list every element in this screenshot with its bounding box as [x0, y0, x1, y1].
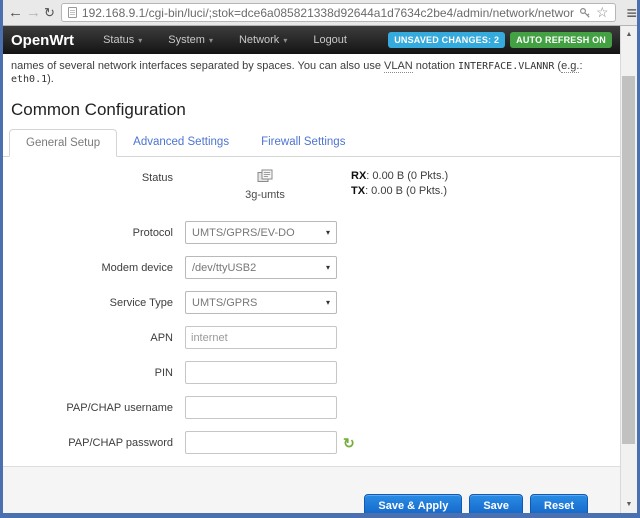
status-label: Status — [141, 172, 173, 184]
page-description: names of several network interfaces sepa… — [3, 54, 620, 86]
pap-chap-password-input[interactable] — [185, 431, 337, 454]
eth0-example-code: eth0.1 — [11, 74, 48, 85]
nav-menu-status[interactable]: Status ▾ — [90, 26, 155, 54]
pap-chap-username-input[interactable] — [185, 396, 337, 419]
rx-stat: RX: 0.00 B (0 Pkts.) — [351, 169, 448, 184]
vlan-abbr: VLAN — [384, 60, 413, 73]
scroll-down-icon[interactable]: ▼ — [621, 497, 637, 512]
pap-chap-username-label: PAP/CHAP username — [66, 401, 173, 414]
nav-menu-network-label: Network — [238, 34, 280, 46]
description-text: names of several network interfaces sepa… — [11, 60, 384, 72]
pin-input[interactable] — [185, 361, 337, 384]
apn-row: APN — [3, 326, 620, 349]
description-text: ). — [47, 73, 54, 85]
chevron-down-icon: ▾ — [325, 263, 330, 272]
browser-back-icon[interactable]: ← — [8, 1, 23, 25]
brand-logo[interactable]: OpenWrt — [11, 32, 74, 49]
config-tabs: General Setup Advanced Settings Firewall… — [3, 129, 620, 157]
nav-menu-logout-label: Logout — [313, 34, 347, 46]
openwrt-navbar: OpenWrt Status ▾ System ▾ Network ▾ Logo… — [3, 26, 620, 54]
protocol-select-value: UMTS/GPRS/EV-DO — [192, 226, 295, 239]
nav-menu-system-label: System — [168, 34, 205, 46]
tx-stat: TX: 0.00 B (0 Pkts.) — [351, 184, 448, 199]
browser-forward-icon[interactable]: → — [26, 1, 41, 25]
browser-menu-icon[interactable]: ≡ — [622, 1, 637, 25]
save-apply-button[interactable]: Save & Apply — [364, 494, 463, 513]
pin-label: PIN — [154, 366, 173, 379]
service-type-select[interactable]: UMTS/GPRS ▾ — [185, 291, 337, 314]
url-text[interactable]: 192.168.9.1/cgi-bin/luci/;stok=dce6a0858… — [82, 6, 574, 20]
protocol-row: Protocol UMTS/GPRS/EV-DO ▾ — [3, 221, 620, 244]
service-type-label: Service Type — [109, 296, 173, 309]
pin-row: PIN — [3, 361, 620, 384]
chevron-down-icon: ▾ — [325, 228, 330, 237]
scroll-up-icon[interactable]: ▲ — [621, 27, 637, 42]
description-text: notation — [412, 60, 459, 72]
page-title: Common Configuration — [11, 100, 186, 119]
address-bar[interactable]: 192.168.9.1/cgi-bin/luci/;stok=dce6a0858… — [60, 3, 616, 22]
unsaved-changes-badge[interactable]: UNSAVED CHANGES: 2 — [388, 32, 506, 48]
pap-chap-password-label: PAP/CHAP password — [68, 436, 173, 449]
tx-label: TX — [351, 185, 366, 197]
modem-device-row: Modem device /dev/ttyUSB2 ▾ — [3, 256, 620, 279]
nav-menu-logout[interactable]: Logout — [300, 26, 360, 54]
reset-button[interactable]: Reset — [530, 494, 588, 513]
tab-advanced-settings[interactable]: Advanced Settings — [117, 129, 245, 156]
save-button[interactable]: Save — [469, 494, 524, 513]
protocol-select[interactable]: UMTS/GPRS/EV-DO ▾ — [185, 221, 337, 244]
apn-input[interactable] — [185, 326, 337, 349]
chevron-down-icon: ▾ — [208, 35, 213, 45]
description-text: : — [579, 60, 583, 72]
pap-chap-username-row: PAP/CHAP username — [3, 396, 620, 419]
bookmark-star-icon[interactable]: ☆ — [596, 4, 609, 21]
tab-firewall-settings[interactable]: Firewall Settings — [245, 129, 361, 156]
vertical-scrollbar[interactable]: ▲ ▼ — [620, 26, 637, 513]
viewport: OpenWrt Status ▾ System ▾ Network ▾ Logo… — [3, 26, 637, 513]
service-type-select-value: UMTS/GPRS — [192, 296, 258, 309]
general-setup-form: Status 3g-umts RX: 0.00 B (0 Pkts.) TX: … — [3, 157, 620, 466]
service-type-row: Service Type UMTS/GPRS ▾ — [3, 291, 620, 314]
status-row: Status 3g-umts RX: 0.00 B (0 Pkts.) TX: … — [3, 169, 620, 201]
navbar-badges: UNSAVED CHANGES: 2 AUTO REFRESH ON — [388, 32, 612, 48]
action-footer: Save & Apply Save Reset — [3, 466, 620, 513]
nav-menu-status-label: Status — [103, 34, 135, 46]
browser-toolbar: ← → ↻ 192.168.9.1/cgi-bin/luci/;stok=dce… — [3, 0, 637, 26]
modem-device-select[interactable]: /dev/ttyUSB2 ▾ — [185, 256, 337, 279]
pap-chap-password-row: PAP/CHAP password ↻ — [3, 431, 620, 454]
nav-menu-system[interactable]: System ▾ — [155, 26, 226, 54]
apn-label: APN — [150, 331, 173, 344]
modem-device-label: Modem device — [101, 261, 173, 274]
interface-3g-icon — [257, 169, 273, 182]
luci-page: OpenWrt Status ▾ System ▾ Network ▾ Logo… — [3, 26, 620, 513]
key-icon[interactable] — [579, 7, 591, 19]
interface-vlannr-code: INTERFACE.VLANNR — [458, 61, 555, 72]
nav-menu-network[interactable]: Network ▾ — [226, 26, 300, 54]
rx-value: : 0.00 B (0 Pkts.) — [366, 170, 449, 182]
interface-status: 3g-umts — [229, 169, 301, 201]
interface-name: 3g-umts — [245, 189, 285, 201]
chevron-down-icon: ▾ — [138, 35, 143, 45]
chevron-down-icon: ▾ — [325, 298, 330, 307]
rx-label: RX — [351, 170, 367, 182]
page-document-icon — [67, 7, 77, 18]
chevron-down-icon: ▾ — [283, 35, 288, 45]
protocol-label: Protocol — [132, 226, 173, 239]
browser-window: ← → ↻ 192.168.9.1/cgi-bin/luci/;stok=dce… — [0, 0, 640, 518]
password-reveal-icon[interactable]: ↻ — [343, 436, 355, 450]
modem-device-select-value: /dev/ttyUSB2 — [192, 261, 257, 274]
tab-general-setup[interactable]: General Setup — [9, 129, 118, 157]
traffic-stats: RX: 0.00 B (0 Pkts.) TX: 0.00 B (0 Pkts.… — [351, 169, 448, 199]
scrollbar-thumb[interactable] — [622, 76, 635, 444]
eg-abbr: e.g. — [561, 60, 580, 73]
browser-reload-icon[interactable]: ↻ — [44, 1, 55, 25]
auto-refresh-badge[interactable]: AUTO REFRESH ON — [510, 32, 612, 48]
tx-value: : 0.00 B (0 Pkts.) — [365, 185, 447, 197]
